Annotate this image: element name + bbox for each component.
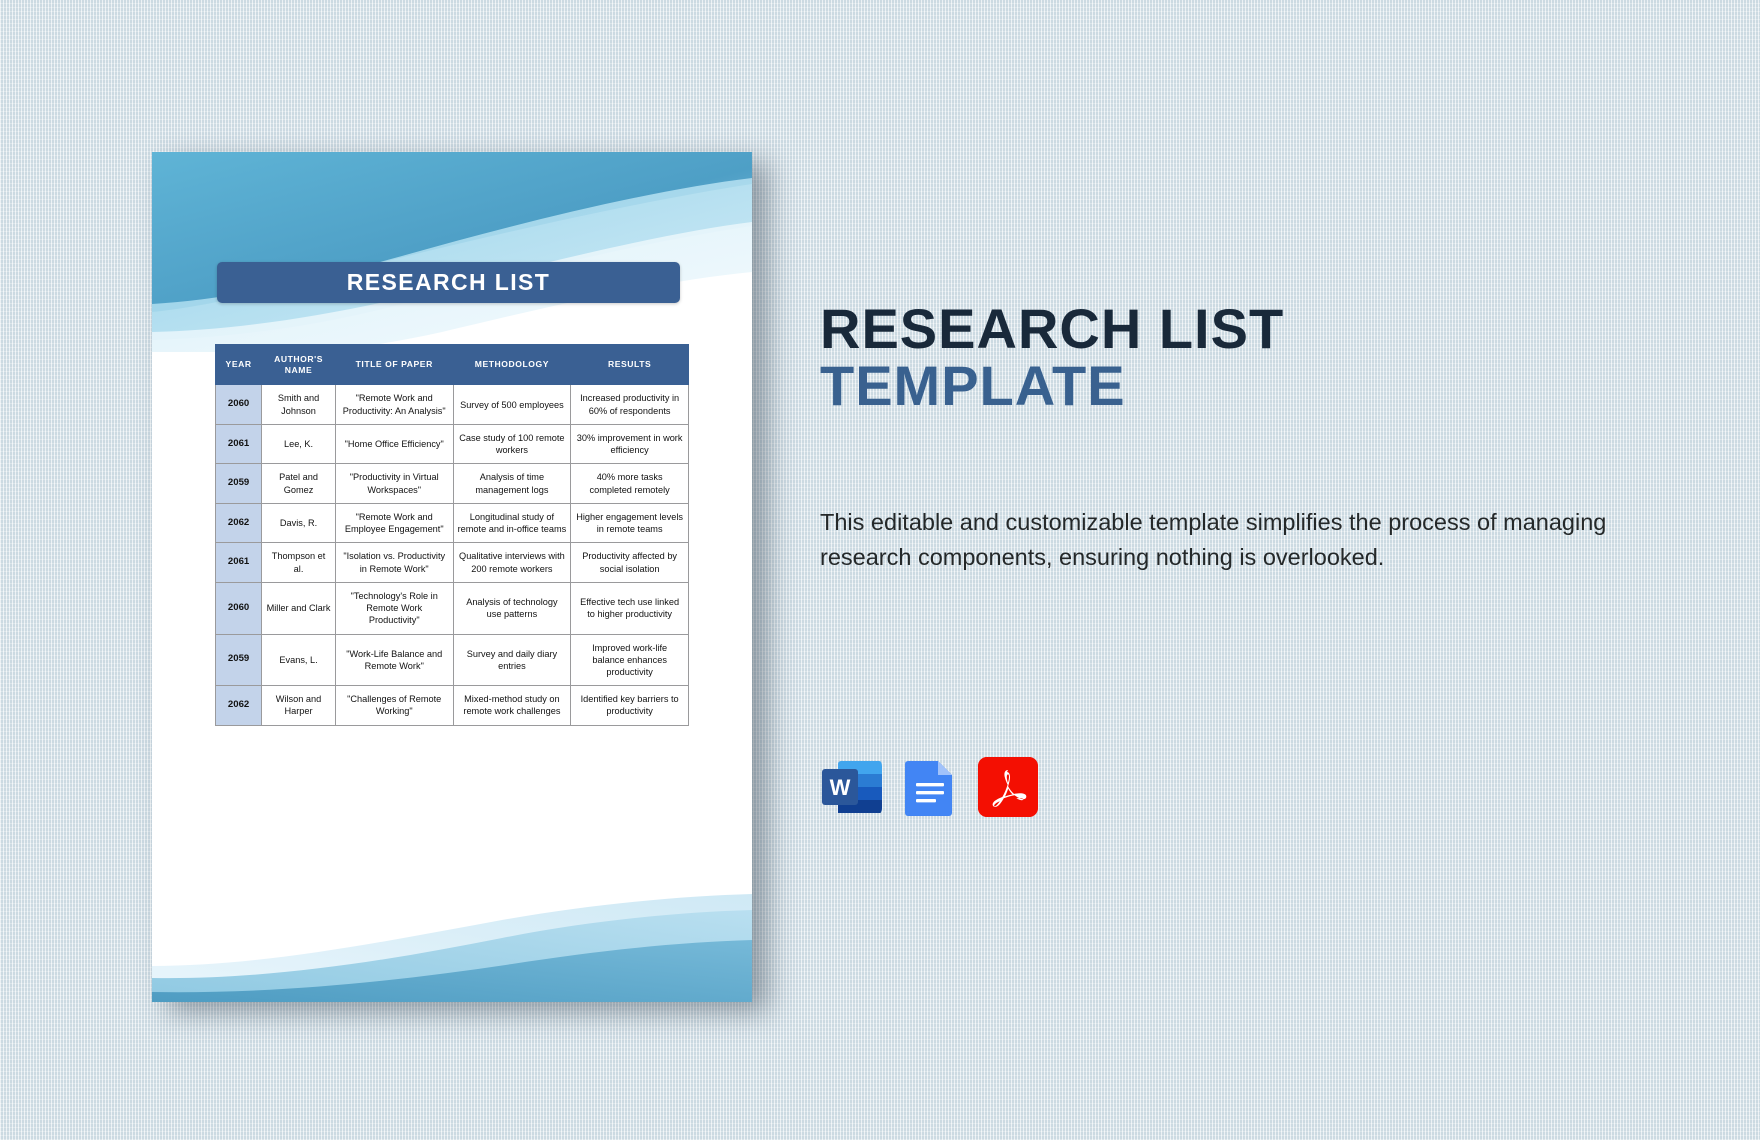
table-row: 2059 Patel and Gomez "Productivity in Virt…: [214, 463, 689, 504]
cell-methodology: Mixed-method study on remote work challe…: [452, 685, 572, 726]
column-header-results: RESULTS: [570, 343, 689, 386]
cell-title: "Work-Life Balance and Remote Work": [334, 633, 454, 687]
cell-year: 2062: [214, 502, 263, 544]
promo-heading-secondary: TEMPLATE: [820, 354, 1126, 418]
table-row: 2059 Evans, L. "Work-Life Balance and Remo…: [214, 633, 689, 687]
cell-title: "Remote Work and Productivity: An Analys…: [334, 384, 454, 425]
cell-results: 40% more tasks completed remotely: [570, 463, 689, 504]
cell-results: 30% improvement in work efficiency: [570, 423, 689, 465]
table-row: 2061 Lee, K. "Home Office Efficiency" Case …: [214, 423, 689, 465]
research-table-body: 2060 Smith and Johnson "Remote Work and Pr…: [214, 384, 689, 726]
column-header-title: TITLE OF PAPER: [334, 343, 454, 386]
promo-heading-primary: RESEARCH LIST: [820, 297, 1285, 360]
table-row: 2062 Davis, R. "Remote Work and Employee E…: [214, 502, 689, 544]
pdf-icon[interactable]: [978, 757, 1038, 817]
cell-methodology: Longitudinal study of remote and in-offi…: [452, 502, 572, 544]
cell-results: Higher engagement levels in remote teams: [570, 502, 689, 544]
cell-year: 2059: [214, 463, 263, 504]
cell-results: Improved work-life balance enhances prod…: [570, 633, 689, 687]
cell-title: "Technology's Role in Remote Work Produc…: [334, 581, 454, 635]
google-docs-icon[interactable]: [900, 757, 960, 817]
cell-author: Wilson and Harper: [261, 685, 336, 726]
document-title-banner: RESEARCH LIST: [217, 262, 680, 303]
promo-panel: RESEARCH LIST TEMPLATE This editable and…: [820, 300, 1630, 574]
column-header-author: AUTHOR'S NAME: [261, 343, 336, 386]
research-table-container: YEAR AUTHOR'S NAME TITLE OF PAPER METHOD…: [214, 343, 689, 726]
cell-methodology: Analysis of technology use patterns: [452, 581, 572, 635]
cell-year: 2060: [214, 581, 263, 635]
table-row: 2062 Wilson and Harper "Challenges of Remo…: [214, 685, 689, 726]
cell-methodology: Case study of 100 remote workers: [452, 423, 572, 465]
document-page: RESEARCH LIST YEAR AUTHOR'S NAME TITLE O…: [152, 152, 752, 1002]
research-table: YEAR AUTHOR'S NAME TITLE OF PAPER METHOD…: [214, 343, 689, 726]
column-header-methodology: METHODOLOGY: [452, 343, 572, 386]
cell-author: Smith and Johnson: [261, 384, 336, 425]
cell-author: Lee, K.: [261, 423, 336, 465]
table-row: 2060 Smith and Johnson "Remote Work and Pr…: [214, 384, 689, 425]
cell-year: 2062: [214, 685, 263, 726]
cell-results: Effective tech use linked to higher prod…: [570, 581, 689, 635]
cell-title: "Isolation vs. Productivity in Remote Wo…: [334, 542, 454, 583]
cell-results: Productivity affected by social isolatio…: [570, 542, 689, 583]
word-icon[interactable]: W: [822, 757, 882, 817]
cell-title: "Remote Work and Employee Engagement": [334, 502, 454, 544]
table-row: 2061 Thompson et al. "Isolation vs. Produc…: [214, 542, 689, 583]
cell-methodology: Analysis of time management logs: [452, 463, 572, 504]
cell-year: 2059: [214, 633, 263, 687]
document-title-text: RESEARCH LIST: [346, 269, 551, 295]
cell-methodology: Survey and daily diary entries: [452, 633, 572, 687]
cell-title: "Home Office Efficiency": [334, 423, 454, 465]
cell-title: "Challenges of Remote Working": [334, 685, 454, 726]
table-header-row: YEAR AUTHOR'S NAME TITLE OF PAPER METHOD…: [214, 343, 689, 386]
table-row: 2060 Miller and Clark "Technology's Role i…: [214, 581, 689, 635]
bottom-wave-decoration: [152, 894, 752, 1002]
cell-methodology: Survey of 500 employees: [452, 384, 572, 425]
cell-title: "Productivity in Virtual Workspaces": [334, 463, 454, 504]
column-header-year: YEAR: [214, 343, 263, 386]
cell-methodology: Qualitative interviews with 200 remote w…: [452, 542, 572, 583]
cell-author: Miller and Clark: [261, 581, 336, 635]
promo-description: This editable and customizable template …: [820, 509, 1607, 570]
svg-text:W: W: [830, 775, 851, 800]
cell-author: Evans, L.: [261, 633, 336, 687]
cell-results: Increased productivity in 60% of respond…: [570, 384, 689, 425]
top-wave-decoration: [152, 152, 752, 352]
cell-year: 2060: [214, 384, 263, 425]
cell-author: Patel and Gomez: [261, 463, 336, 504]
cell-author: Davis, R.: [261, 502, 336, 544]
cell-results: Identified key barriers to productivity: [570, 685, 689, 726]
cell-year: 2061: [214, 542, 263, 583]
cell-year: 2061: [214, 423, 263, 465]
format-icons-group: W: [822, 757, 1038, 817]
cell-author: Thompson et al.: [261, 542, 336, 583]
